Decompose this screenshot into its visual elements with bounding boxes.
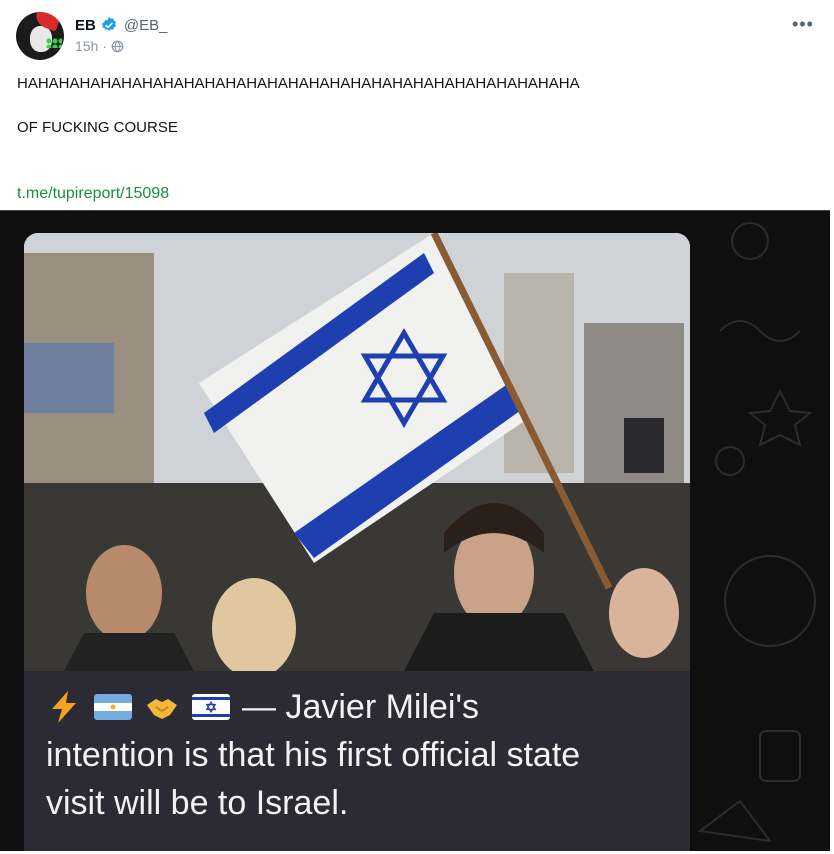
lightning-icon [52,691,76,723]
post-time[interactable]: 15h [75,38,98,54]
author-row: EB @EB_ [75,14,167,36]
caption-line-3: visit will be to Israel. [46,784,349,822]
post-media[interactable]: — Javier Milei's intention is that his f… [0,210,830,851]
milei-israel-flag-photo [24,233,690,671]
caption-line-2: intention is that his first official sta… [46,736,581,774]
handshake-icon [147,699,177,719]
verified-badge-icon [101,17,116,31]
post-link[interactable]: t.me/tupireport/15098 [17,185,169,203]
post-text-line-1: HAHAHAHAHAHAHAHAHAHAHAHAHAHAHAHAHAHAHAHA… [17,75,580,92]
avatar[interactable] [16,12,64,60]
more-options-button[interactable]: ••• [786,12,820,36]
telegram-message-card: — Javier Milei's intention is that his f… [24,233,690,851]
caption-first-line: — Javier Milei's [46,683,676,731]
globe-icon [111,40,124,52]
argentina-flag-icon [94,694,132,720]
meta-separator: · [102,38,108,54]
caption-line-1: — Javier Milei's [242,688,479,726]
message-caption: — Javier Milei's intention is that his f… [46,683,676,827]
post-meta: 15h · [75,38,124,54]
author-handle[interactable]: @EB_ [124,17,168,34]
post-header: EB @EB_ 15h · ••• [0,0,834,70]
post-text-line-2: OF FUCKING COURSE [17,119,178,136]
avatar-decoration [46,38,62,48]
author-name[interactable]: EB [75,17,96,34]
israel-flag-icon [192,694,230,720]
